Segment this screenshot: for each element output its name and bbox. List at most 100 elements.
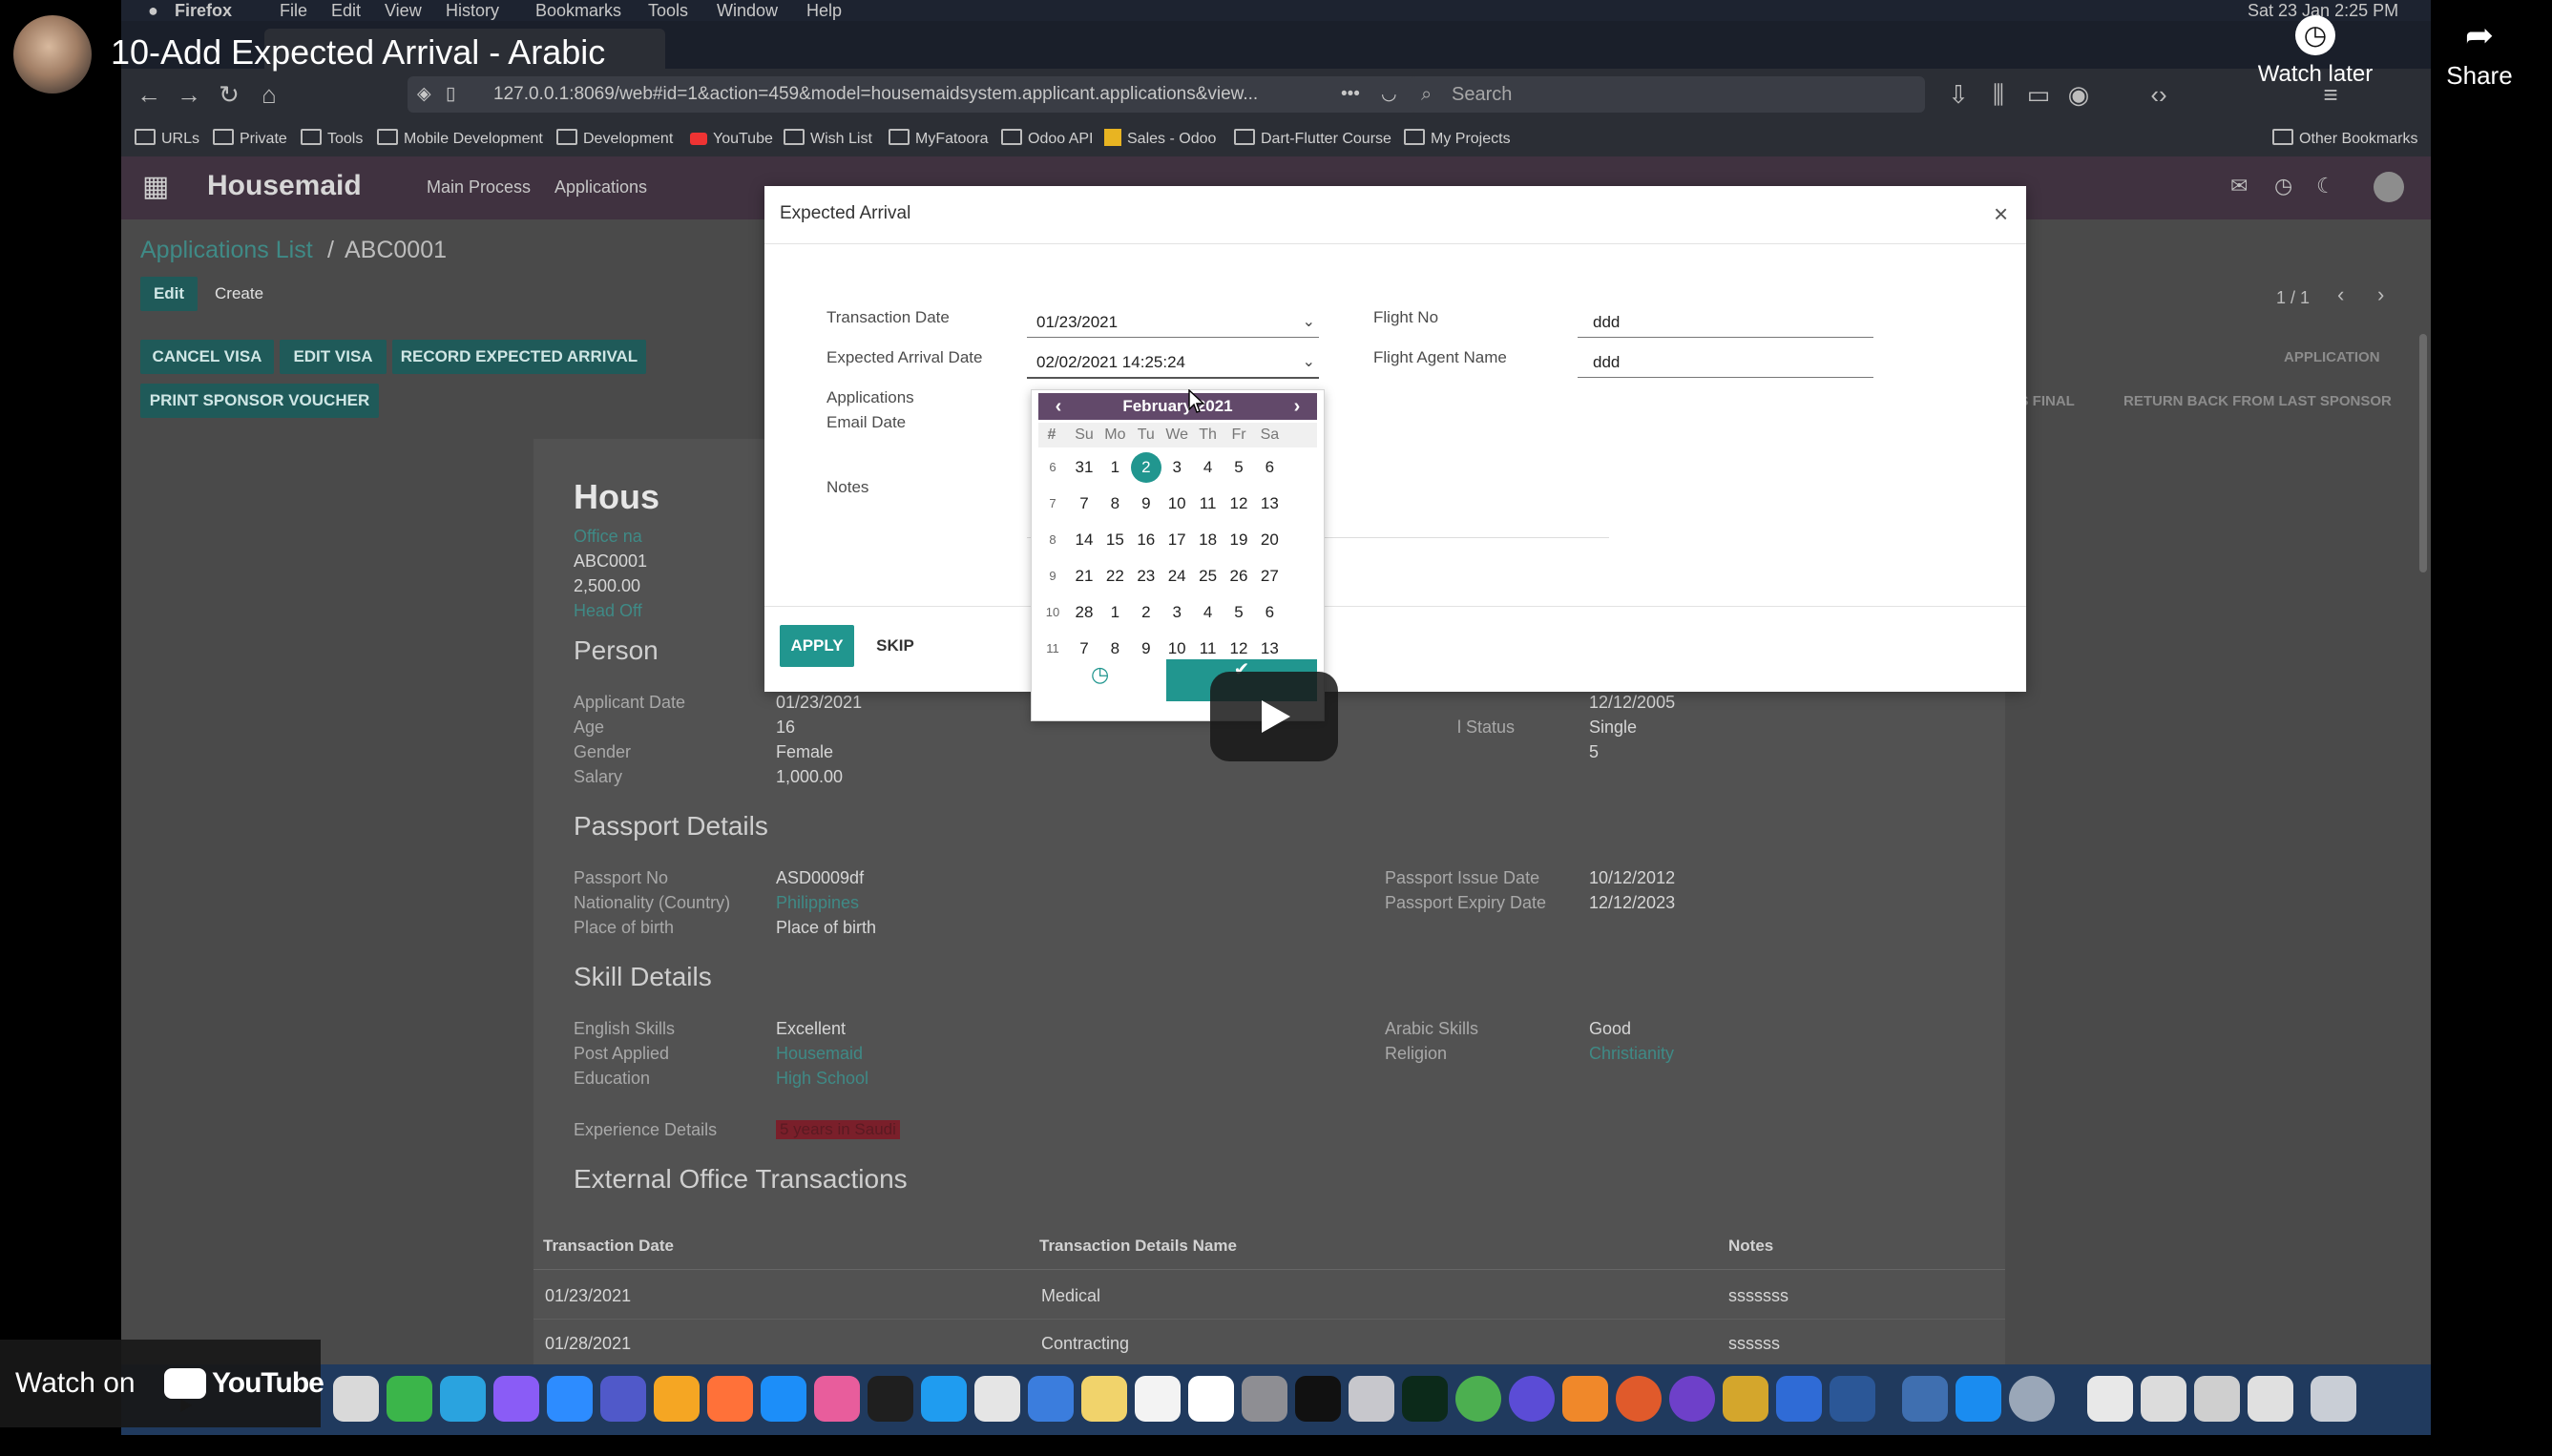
pager-prev-icon[interactable]: ‹ [2337, 282, 2344, 307]
calendar-day[interactable]: 9 [1131, 634, 1161, 664]
calendar-day[interactable]: 6 [1254, 597, 1285, 628]
postgres-icon[interactable] [974, 1376, 1020, 1422]
calendar-day[interactable]: 10 [1161, 489, 1192, 519]
calendar-day[interactable]: 18 [1193, 525, 1224, 555]
menu-history[interactable]: History [446, 0, 499, 21]
calendar-day[interactable]: 4 [1193, 597, 1224, 628]
menu-main-process[interactable]: Main Process [427, 177, 531, 198]
create-button[interactable]: Create [215, 284, 263, 303]
col-transaction-name[interactable]: Transaction Details Name [1039, 1237, 1237, 1256]
calendar-day[interactable]: 21 [1069, 561, 1099, 592]
pycharm-icon[interactable] [868, 1376, 913, 1422]
reminders-icon[interactable] [1188, 1376, 1234, 1422]
channel-avatar[interactable] [13, 15, 92, 94]
skip-button[interactable]: SKIP [871, 625, 919, 667]
table-row[interactable]: 01/23/2021 Medical sssssss [533, 1271, 2005, 1319]
bookmark-sales-odoo[interactable]: Sales - Odoo [1104, 122, 1216, 156]
screenshot-icon[interactable] [2141, 1376, 2186, 1422]
account-icon[interactable]: ◉ [2064, 80, 2093, 109]
appstore-icon[interactable] [1956, 1376, 2001, 1422]
shield-icon[interactable]: ◈ [417, 76, 431, 113]
chrome-icon[interactable] [1455, 1376, 1501, 1422]
calendar-day[interactable]: 3 [1161, 452, 1192, 483]
bookmark-my-projects[interactable]: My Projects [1404, 122, 1511, 156]
calendar-day[interactable]: 1 [1099, 597, 1130, 628]
postman-icon[interactable] [1616, 1376, 1662, 1422]
vscode-icon[interactable] [921, 1376, 967, 1422]
table-row[interactable]: 01/28/2021 Contracting ssssss [533, 1321, 2005, 1368]
calendar-day[interactable]: 12 [1224, 489, 1254, 519]
calendar-day[interactable]: 3 [1161, 597, 1192, 628]
calendar-day[interactable]: 31 [1069, 452, 1099, 483]
video-title[interactable]: 10-Add Expected Arrival - Arabic [111, 32, 605, 73]
charts-icon[interactable] [1723, 1376, 1768, 1422]
calendar-day[interactable]: 15 [1099, 525, 1130, 555]
quicktime-icon[interactable] [2009, 1376, 2055, 1422]
reload-icon[interactable]: ↻ [215, 80, 243, 109]
photos-icon[interactable] [814, 1376, 860, 1422]
calendar-day[interactable]: 8 [1099, 489, 1130, 519]
desktop-icon[interactable] [2248, 1376, 2293, 1422]
clock-icon[interactable]: ◷ [1091, 662, 1109, 687]
menu-help[interactable]: Help [806, 0, 842, 21]
transaction-date-input[interactable]: 01/23/2021 ⌄ [1027, 308, 1319, 338]
url-bar[interactable]: ◈ ▯ 127.0.0.1:8069/web#id=1&action=459&m… [408, 76, 1438, 113]
nightowl-icon[interactable] [1509, 1376, 1555, 1422]
prev-month-icon[interactable]: ‹ [1044, 393, 1073, 420]
github-icon[interactable] [1669, 1376, 1715, 1422]
calendar-day[interactable]: 7 [1069, 634, 1099, 664]
next-month-icon[interactable]: › [1283, 393, 1311, 420]
edit-visa-button[interactable]: EDIT VISA [280, 340, 387, 374]
apple-icon[interactable]: ● [148, 0, 158, 21]
share-button[interactable]: ➦ Share [2432, 15, 2527, 91]
calendar-day[interactable]: 1 [1099, 452, 1130, 483]
col-transaction-date[interactable]: Transaction Date [543, 1237, 674, 1256]
religion-link[interactable]: Christianity [1589, 1044, 1674, 1064]
calendar-day[interactable]: 27 [1254, 561, 1285, 592]
more-icon[interactable]: ••• [1341, 76, 1360, 113]
clock-icon[interactable]: ◷ [2274, 174, 2292, 198]
head-office-link[interactable]: Head Off [574, 601, 642, 621]
print-sponsor-voucher-button[interactable]: PRINT SPONSOR VOUCHER [140, 384, 379, 418]
telegram-icon[interactable] [440, 1376, 486, 1422]
calendar-day[interactable]: 8 [1099, 634, 1130, 664]
calendar-day[interactable]: 4 [1193, 452, 1224, 483]
user-avatar[interactable] [2374, 172, 2404, 202]
calendar-day[interactable]: 24 [1161, 561, 1192, 592]
textedit-icon[interactable] [1135, 1376, 1181, 1422]
menu-file[interactable]: File [280, 0, 307, 21]
expected-arrival-input[interactable]: 02/02/2021 14:25:24 ⌄ [1027, 348, 1319, 379]
calendar-day[interactable]: 28 [1069, 597, 1099, 628]
watch-on-youtube[interactable]: Watch on YouTube [0, 1340, 324, 1427]
whatsapp-icon[interactable] [387, 1376, 432, 1422]
window-icon[interactable] [2194, 1376, 2240, 1422]
calendar-day[interactable]: 20 [1254, 525, 1285, 555]
post-applied-link[interactable]: Housemaid [776, 1044, 863, 1064]
devtools-icon[interactable]: ‹› [2144, 80, 2173, 109]
menu-app-name[interactable]: Firefox [175, 0, 232, 21]
apply-button[interactable]: APPLY [780, 625, 854, 667]
bookmark-wish-list[interactable]: Wish List [784, 122, 872, 156]
bookmark-other[interactable]: Other Bookmarks [2272, 122, 2417, 156]
calendar-day[interactable]: 23 [1131, 561, 1161, 592]
calendar-day[interactable]: 13 [1254, 489, 1285, 519]
calendar-day[interactable]: 2 [1131, 597, 1161, 628]
menu-view[interactable]: View [385, 0, 422, 21]
activity-monitor-icon[interactable] [1402, 1376, 1448, 1422]
menu-bookmarks[interactable]: Bookmarks [535, 0, 621, 21]
calendar-day[interactable]: 7 [1069, 489, 1099, 519]
filezilla-icon[interactable] [1562, 1376, 1608, 1422]
library-icon[interactable]: ⫼ [1984, 80, 2013, 109]
bookmark-youtube[interactable]: YouTube [690, 122, 773, 156]
calendar-day[interactable]: 9 [1131, 489, 1161, 519]
breadcrumb-parent[interactable]: Applications List [140, 237, 313, 264]
calendar-day[interactable]: 17 [1161, 525, 1192, 555]
calendar-day[interactable]: 5 [1224, 597, 1254, 628]
education-link[interactable]: High School [776, 1069, 868, 1089]
menu-edit[interactable]: Edit [331, 0, 361, 21]
remote-desktop-icon[interactable] [1776, 1376, 1822, 1422]
datepicker-month[interactable]: February 2021 [1122, 397, 1232, 415]
calendar-day[interactable]: 6 [1254, 452, 1285, 483]
edit-button[interactable]: Edit [140, 277, 198, 311]
forward-icon[interactable]: → [175, 80, 203, 109]
